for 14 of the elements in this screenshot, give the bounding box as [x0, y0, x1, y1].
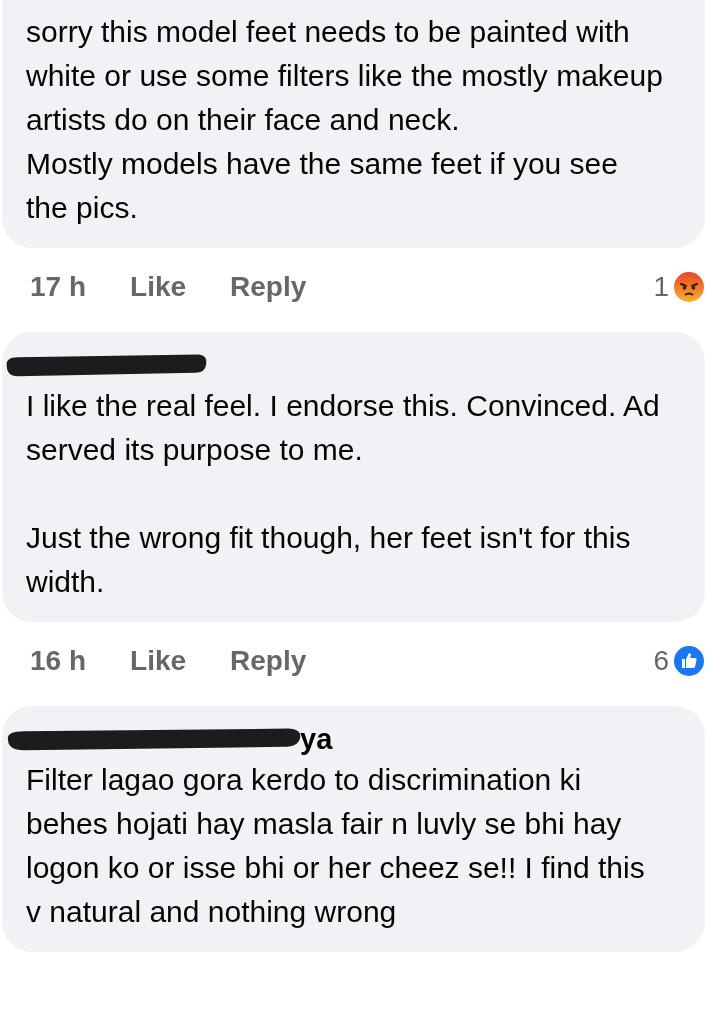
reply-link[interactable]: Reply	[230, 271, 307, 303]
comment-text: I like the real feel. I endorse this. Convinced. Ad served its purpose to me. Just the wrong fit though, her feet isn't for this width.	[26, 388, 661, 600]
comment-text: sorry this model feet needs to be painted with white or use some filters like the mostly makeup artists do on their face and neck. Mostly models have the same feet if you see the pics.	[26, 14, 664, 226]
reply-link[interactable]: Reply	[230, 645, 307, 677]
reaction-count: 6	[653, 645, 669, 677]
reaction-count: 1	[653, 271, 669, 303]
comment-text: Filter lagao gora kerdo to discrimination ki behes hojati hay masla fair n luvly se bhi hay logon ko or isse bhi or her cheez se!! I find this v natural and nothing wrong	[26, 762, 646, 930]
comment-time: 16 h	[30, 645, 87, 677]
angry-face-icon[interactable]	[673, 271, 705, 303]
author-name[interactable]: ya	[300, 722, 333, 756]
thumbs-up-icon[interactable]	[673, 645, 705, 677]
like-link[interactable]: Like	[130, 271, 187, 303]
like-link[interactable]: Like	[130, 645, 187, 677]
comment-time: 17 h	[30, 271, 87, 303]
